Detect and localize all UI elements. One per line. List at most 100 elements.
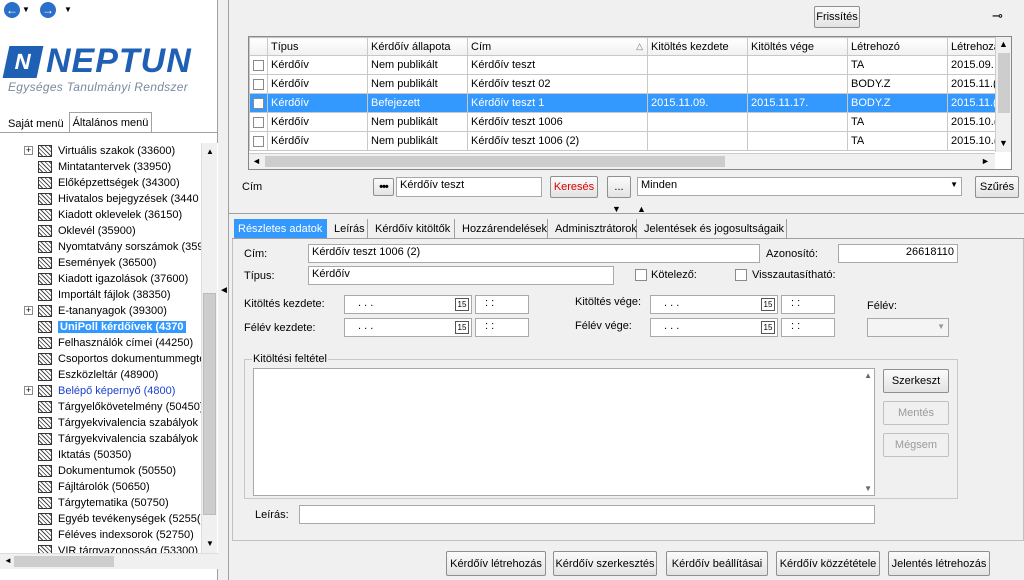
tree-item[interactable]: Tárgyelőkövetelmény (50450): [26, 399, 204, 415]
felev-kezdete-time[interactable]: : :: [475, 318, 529, 337]
scroll-up-icon[interactable]: ▲: [864, 371, 872, 380]
column-header[interactable]: Kérdőív állapota: [367, 37, 468, 56]
feltetel-textarea[interactable]: ▲ ▼: [253, 368, 875, 496]
collapse-left-icon[interactable]: ◄: [219, 285, 229, 296]
column-header[interactable]: Cím △: [467, 37, 648, 56]
calendar-icon[interactable]: 15: [455, 298, 469, 311]
grid-hscrollbar[interactable]: ◄ ►: [249, 153, 995, 169]
table-row[interactable]: Kérdőív Befejezett Kérdőív teszt 1 2015.11.…: [249, 93, 1011, 113]
tab-5[interactable]: Jelentések és jogosultságaik: [641, 219, 787, 238]
refresh-button[interactable]: Frissítés: [814, 6, 860, 28]
pin-icon[interactable]: ⊸: [992, 8, 1003, 24]
row-checkbox[interactable]: [253, 116, 264, 128]
tree-item[interactable]: Importált fájlok (38350): [26, 287, 171, 303]
row-checkbox-cell[interactable]: [249, 93, 268, 113]
visszautasithato-checkbox[interactable]: [735, 269, 747, 281]
scroll-left-icon[interactable]: ◄: [4, 556, 12, 565]
row-checkbox[interactable]: [253, 78, 264, 90]
kitoltes-vege-time[interactable]: : :: [781, 295, 835, 314]
tree-item[interactable]: Dokumentumok (50550): [26, 463, 176, 479]
tree-item[interactable]: UniPoll kérdőívek (4370: [26, 319, 186, 335]
tab-4[interactable]: Adminisztrátorok: [552, 219, 637, 238]
tree-item[interactable]: E-tananyagok (39300): [26, 303, 167, 319]
tree-item[interactable]: Tárgytematika (50750): [26, 495, 169, 511]
felev-kezdete-date[interactable]: . . .: [344, 318, 472, 337]
row-checkbox-cell[interactable]: [249, 55, 268, 75]
row-checkbox[interactable]: [253, 97, 264, 109]
row-checkbox[interactable]: [253, 59, 264, 71]
table-row[interactable]: Kérdőív Nem publikált Kérdőív teszt TA 2015.…: [249, 55, 1011, 75]
cim-field[interactable]: Kérdőív teszt 1006 (2): [308, 244, 760, 263]
kitoltes-vege-date[interactable]: . . .: [650, 295, 778, 314]
scroll-down-icon[interactable]: ▼: [864, 484, 872, 493]
forward-arrow-icon[interactable]: →: [40, 2, 56, 18]
tree-item[interactable]: Nyomtatvány sorszámok (359: [26, 239, 204, 255]
bottom-button-4[interactable]: Jelentés létrehozás: [888, 551, 990, 576]
tree-scrollbar[interactable]: ▲ ▼: [201, 143, 217, 553]
table-row[interactable]: Kérdőív Nem publikált Kérdőív teszt 1006 (…: [249, 131, 1011, 151]
row-checkbox-cell[interactable]: [249, 112, 268, 132]
felev-select[interactable]: ▼: [867, 318, 949, 337]
search-options-button[interactable]: •••: [373, 178, 394, 196]
tree-item[interactable]: Iktatás (50350): [26, 447, 131, 463]
grid-scroll-down-icon[interactable]: ▼: [999, 138, 1008, 148]
sort-asc-icon[interactable]: △: [636, 41, 643, 52]
tree-item[interactable]: Mintatantervek (33950): [26, 159, 171, 175]
tree-item[interactable]: Tárgyekvivalencia szabályok: [26, 415, 198, 431]
calendar-icon[interactable]: 15: [761, 298, 775, 311]
filter-button[interactable]: Szűrés: [975, 176, 1019, 198]
column-header[interactable]: Létrehozó: [847, 37, 948, 56]
tree-item[interactable]: Kiadott oklevelek (36150): [26, 207, 182, 223]
grid-hscroll-thumb[interactable]: [265, 156, 725, 167]
kotelezo-checkbox[interactable]: [635, 269, 647, 281]
forward-dropdown-icon[interactable]: ▼: [64, 5, 72, 14]
row-checkbox-cell[interactable]: [249, 74, 268, 94]
tree-item[interactable]: Fájltárolók (50650): [26, 479, 150, 495]
scroll-down-icon[interactable]: ▼: [206, 539, 214, 548]
tree-item[interactable]: Csoportos dokumentummegte: [26, 351, 205, 367]
tree-item[interactable]: Egyéb tevékenységek (5255(: [26, 511, 200, 527]
column-header[interactable]: Kitöltés vége: [747, 37, 848, 56]
tree-item[interactable]: Tárgyekvivalencia szabályok: [26, 431, 198, 447]
tab-1[interactable]: Leírás: [331, 219, 368, 238]
grid-vscroll-thumb[interactable]: [998, 53, 1010, 113]
grid-scroll-right-icon[interactable]: ►: [981, 156, 990, 166]
hscroll-thumb[interactable]: [14, 556, 114, 567]
tree-item[interactable]: Felhasználók címei (44250): [26, 335, 193, 351]
tipus-field[interactable]: Kérdőív: [308, 266, 614, 285]
tree-item[interactable]: Virtuális szakok (33600): [26, 143, 175, 159]
column-header[interactable]: [249, 37, 268, 56]
felev-vege-date[interactable]: . . .: [650, 318, 778, 337]
megsem-button[interactable]: Mégsem: [883, 433, 949, 457]
scroll-up-icon[interactable]: ▲: [206, 147, 214, 156]
szerkeszt-button[interactable]: Szerkeszt: [883, 369, 949, 393]
back-dropdown-icon[interactable]: ▼: [22, 5, 30, 14]
calendar-icon[interactable]: 15: [455, 321, 469, 334]
chevron-down-icon[interactable]: ▼: [937, 322, 945, 331]
search-input[interactable]: Kérdőív teszt: [396, 177, 542, 197]
splitter[interactable]: ◄: [218, 0, 229, 580]
tree-hscrollbar[interactable]: ◄: [0, 553, 218, 569]
row-checkbox[interactable]: [253, 135, 264, 147]
scroll-thumb[interactable]: [203, 293, 216, 515]
tab-0[interactable]: Részletes adatok: [234, 219, 327, 238]
tab-2[interactable]: Kérdőív kitöltők: [372, 219, 455, 238]
tree-item[interactable]: Események (36500): [26, 255, 156, 271]
chevron-down-icon[interactable]: ▼: [950, 180, 958, 189]
tab-3[interactable]: Hozzárendelések: [459, 219, 548, 238]
grid-vscrollbar[interactable]: ▲ ▼: [995, 37, 1011, 152]
back-arrow-icon[interactable]: ←: [4, 2, 20, 18]
bottom-button-1[interactable]: Kérdőív szerkesztés: [553, 551, 657, 576]
grid-scroll-left-icon[interactable]: ◄: [252, 156, 261, 166]
filter-select[interactable]: Minden ▼: [637, 177, 962, 196]
tree-item[interactable]: Féléves indexsorok (52750): [26, 527, 194, 543]
kitoltes-kezdete-date[interactable]: . . .: [344, 295, 472, 314]
column-header[interactable]: Kitöltés kezdete: [647, 37, 748, 56]
grid-scroll-up-icon[interactable]: ▲: [999, 39, 1008, 49]
bottom-button-2[interactable]: Kérdőív beállításai: [666, 551, 768, 576]
bottom-button-0[interactable]: Kérdőív létrehozás: [446, 551, 546, 576]
tree-item[interactable]: Belépő képernyő (4800): [26, 383, 175, 399]
felev-vege-time[interactable]: : :: [781, 318, 835, 337]
calendar-icon[interactable]: 15: [761, 321, 775, 334]
column-header[interactable]: Típus: [267, 37, 368, 56]
